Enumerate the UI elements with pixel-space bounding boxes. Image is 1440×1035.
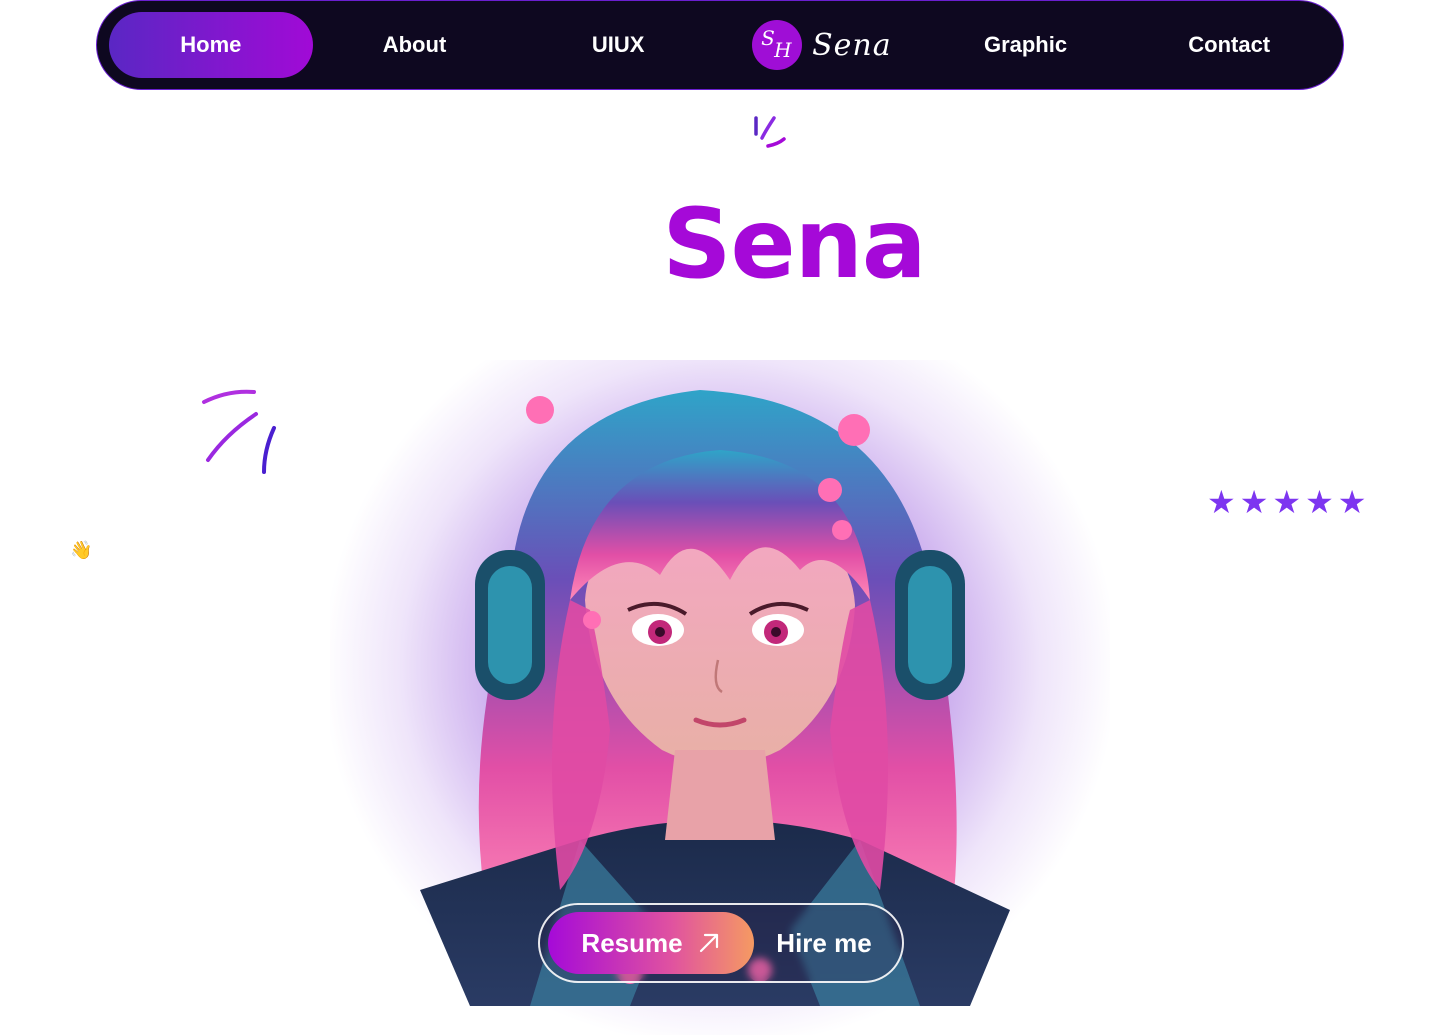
star-icon: ★ [1239,484,1269,520]
arrow-up-right-icon [699,933,718,953]
star-icon: ★ [1272,484,1302,520]
wave-hand-icon: 👋 [70,540,93,560]
cta-group: Resume Hire me [538,903,904,983]
hire-me-label: Hire me [776,927,872,958]
brand-name: Sena [812,27,892,63]
resume-button[interactable]: Resume [548,912,754,974]
star-icon: ★ [1207,484,1236,520]
nav-graphic[interactable]: Graphic [924,12,1128,78]
nav-home[interactable]: Home [109,12,313,78]
resume-label: Resume [581,927,683,958]
star-icon: ★ [1337,484,1367,520]
brand-monogram: S H [752,20,803,70]
sparkle-strokes-top [754,116,786,148]
nav-contact[interactable]: Contact [1127,12,1331,78]
rating-stars: ★ ★ ★ ★ ★ [1207,486,1366,518]
nav-uiux[interactable]: UIUX [516,12,720,78]
main-nav: Home About UIUX S H Sena Graphic Contact [96,0,1344,90]
brand-monogram-s: S [761,26,775,50]
nav-about[interactable]: About [313,12,517,78]
star-icon: ★ [1305,484,1334,520]
sparkle-strokes-left [202,389,276,474]
hero-title: Sena [662,188,926,300]
hire-me-button[interactable]: Hire me [754,912,894,974]
brand-monogram-h: H [774,38,792,62]
brand-logo[interactable]: S H Sena [720,12,924,78]
